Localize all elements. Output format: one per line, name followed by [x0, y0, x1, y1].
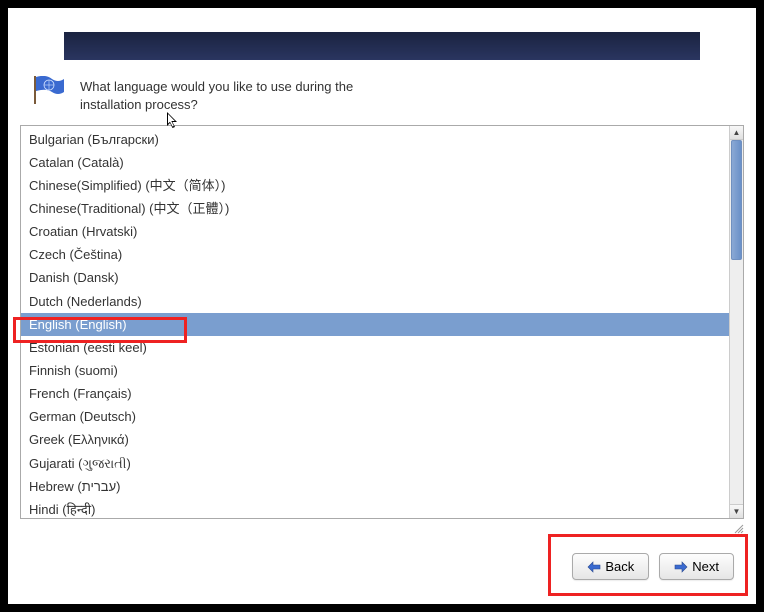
language-list-container: Bulgarian (Български)Catalan (Català)Chi…	[20, 125, 744, 519]
resize-grip-icon[interactable]	[730, 520, 744, 534]
scroll-down-arrow-icon[interactable]: ▼	[730, 504, 743, 518]
prompt-row: What language would you like to use duri…	[8, 60, 756, 125]
list-item[interactable]: Dutch (Nederlands)	[21, 290, 729, 313]
list-item[interactable]: Hebrew (עברית)	[21, 475, 729, 498]
scroll-up-arrow-icon[interactable]: ▲	[730, 126, 743, 140]
arrow-right-icon	[674, 561, 688, 573]
list-item[interactable]: Hindi (हिन्दी)	[21, 498, 729, 518]
list-item[interactable]: English (English)	[21, 313, 729, 336]
list-item[interactable]: Finnish (suomi)	[21, 360, 729, 383]
list-item[interactable]: German (Deutsch)	[21, 406, 729, 429]
back-button-label: Back	[605, 559, 634, 574]
list-item[interactable]: Chinese(Simplified) (中文（简体）)	[21, 174, 729, 197]
list-item[interactable]: French (Français)	[21, 383, 729, 406]
scrollbar[interactable]: ▲ ▼	[729, 126, 743, 518]
list-item[interactable]: Greek (Ελληνικά)	[21, 429, 729, 452]
globe-flag-icon	[32, 76, 66, 104]
list-item[interactable]: Gujarati (ગુજરાતી)	[21, 452, 729, 475]
next-button[interactable]: Next	[659, 553, 734, 580]
list-item[interactable]: Estonian (eesti keel)	[21, 336, 729, 359]
installer-window: What language would you like to use duri…	[8, 8, 756, 604]
back-button[interactable]: Back	[572, 553, 649, 580]
prompt-text: What language would you like to use duri…	[80, 76, 353, 113]
list-item[interactable]: Catalan (Català)	[21, 151, 729, 174]
scroll-thumb[interactable]	[731, 140, 742, 260]
list-item[interactable]: Danish (Dansk)	[21, 267, 729, 290]
navigation-buttons: Back Next	[572, 553, 734, 580]
list-item[interactable]: Chinese(Traditional) (中文（正體）)	[21, 198, 729, 221]
arrow-left-icon	[587, 561, 601, 573]
header-banner	[64, 32, 700, 60]
list-item[interactable]: Bulgarian (Български)	[21, 128, 729, 151]
prompt-line2: installation process?	[80, 96, 353, 114]
next-button-label: Next	[692, 559, 719, 574]
language-list[interactable]: Bulgarian (Български)Catalan (Català)Chi…	[21, 126, 729, 518]
prompt-line1: What language would you like to use duri…	[80, 78, 353, 96]
list-item[interactable]: Croatian (Hrvatski)	[21, 221, 729, 244]
list-item[interactable]: Czech (Čeština)	[21, 244, 729, 267]
